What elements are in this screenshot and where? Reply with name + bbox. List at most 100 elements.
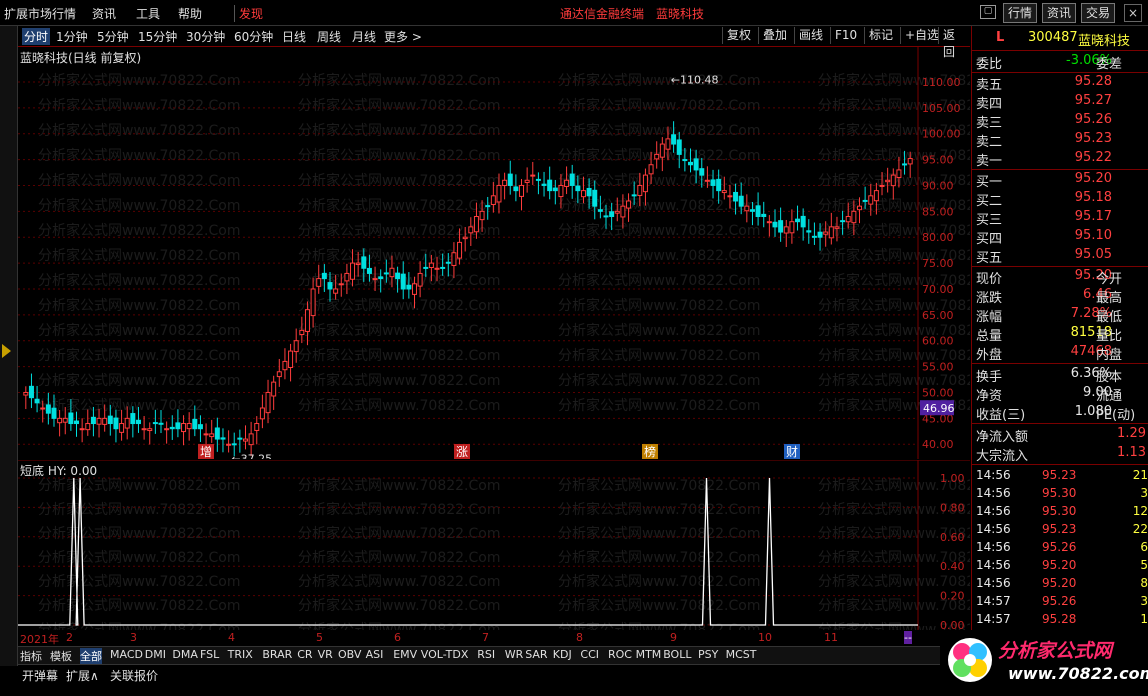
indicator-tab[interactable]: MACD	[110, 648, 143, 661]
candle-body	[699, 168, 705, 176]
mark-button[interactable]: 标记	[864, 27, 897, 44]
bid-row-label: 买五	[976, 251, 1003, 266]
candle-body	[648, 164, 654, 175]
candle-body	[395, 272, 401, 280]
date-axis-label: 7	[482, 631, 489, 644]
period-tab-5min[interactable]: 5分钟	[97, 28, 129, 45]
danmu-button[interactable]: 开弹幕	[22, 667, 58, 684]
menu-market[interactable]: 扩展市场行情	[4, 5, 76, 22]
event-marker[interactable]: 财	[786, 445, 798, 459]
indicator-tab[interactable]: MTM	[636, 648, 662, 661]
bid-row-label: 买一	[976, 175, 1003, 190]
indicator-tab[interactable]: 指标	[20, 648, 42, 664]
indicator-tab[interactable]: BRAR	[262, 648, 292, 661]
trade-button[interactable]: 交易	[1081, 3, 1116, 23]
candle-body	[282, 360, 288, 371]
indicator-tab[interactable]: RSI	[477, 648, 495, 661]
menu-toggle-icon[interactable]: ▢	[980, 5, 996, 19]
indicator-tab[interactable]: WR	[505, 648, 524, 661]
news-button[interactable]: 资讯	[1042, 3, 1077, 23]
ask-row-value: 95.27	[1074, 93, 1112, 108]
indicator-tab[interactable]: EMV	[393, 648, 417, 661]
tick-price: 95.26	[1042, 594, 1077, 608]
candle-body	[107, 415, 113, 425]
period-tab-week[interactable]: 周线	[317, 28, 341, 45]
period-tab-60min[interactable]: 60分钟	[234, 28, 273, 45]
indicator-tab[interactable]: VR	[318, 648, 333, 661]
left-strip	[0, 26, 18, 666]
expand-arrow-icon[interactable]	[2, 344, 11, 358]
indicator-tab[interactable]: BOLL	[663, 648, 691, 661]
indicator-tab[interactable]: KDJ	[553, 648, 572, 661]
candle-body	[575, 185, 581, 192]
indicator-chart[interactable]: 分析家公式网www.70822.Com 分析家公式网www.70822.Com 分析…	[18, 460, 970, 630]
indicator-tab[interactable]: DMA	[172, 648, 198, 661]
indicator-tab[interactable]: SAR	[525, 648, 547, 661]
indicator-tab[interactable]: OBV	[338, 648, 361, 661]
stat2-row: 换手 6.36% 股本	[976, 366, 1146, 385]
date-axis-label: 5	[316, 631, 323, 644]
watermark-text: 分析家公式网www.70822.Com	[38, 222, 240, 239]
indicator-tab[interactable]: DMI	[145, 648, 166, 661]
indicator-tab[interactable]: TRIX	[228, 648, 253, 661]
indicator-tab[interactable]: PSY	[698, 648, 718, 661]
candle-body	[524, 179, 530, 183]
indicator-tab[interactable]: 模板	[50, 648, 72, 664]
candle-body	[490, 195, 496, 205]
watermark-text: 分析家公式网www.70822.Com	[558, 122, 760, 139]
quote-button[interactable]: 行情	[1003, 3, 1038, 23]
indicator-tab[interactable]: 全部	[80, 648, 102, 664]
indicator-tab[interactable]: CCI	[580, 648, 599, 661]
tick-time: 14:57	[976, 594, 1011, 608]
candle-body	[541, 183, 547, 186]
candle-body	[271, 381, 277, 397]
candle-body	[62, 417, 68, 423]
candle-body	[248, 433, 254, 446]
ask-row-label: 卖三	[976, 116, 1003, 131]
indicator-tab[interactable]: VOL-TDX	[421, 648, 469, 661]
candle-body	[304, 309, 310, 332]
period-tab-day[interactable]: 日线	[282, 28, 306, 45]
indicator-tab[interactable]: ROC	[608, 648, 632, 661]
indicator-tab[interactable]: MCST	[726, 648, 757, 661]
related-quote-button[interactable]: 关联报价	[110, 667, 158, 684]
candle-body	[85, 423, 91, 431]
draw-line-button[interactable]: 画线	[794, 27, 827, 44]
period-tab-more[interactable]: 更多 >	[384, 28, 422, 45]
period-tab-1min[interactable]: 1分钟	[56, 28, 88, 45]
period-tab-30min[interactable]: 30分钟	[186, 28, 225, 45]
period-tab-month[interactable]: 月线	[352, 28, 376, 45]
expand-button[interactable]: 扩展∧	[66, 667, 99, 684]
add-watchlist-button[interactable]: +自选	[900, 27, 943, 44]
period-tab-15min[interactable]: 15分钟	[138, 28, 177, 45]
watermark-text: 分析家公式网www.70822.Com	[298, 172, 500, 189]
event-marker[interactable]: 榜	[644, 444, 656, 459]
menu-help[interactable]: 帮助	[178, 5, 202, 22]
overlay-button[interactable]: 叠加	[758, 27, 791, 44]
stat2-row-label2: PE(动)	[1096, 408, 1136, 423]
menu-news[interactable]: 资讯	[92, 5, 116, 22]
indicator-tab[interactable]: CR	[297, 648, 312, 661]
y-tick-label: 95.00	[922, 154, 954, 167]
tick-price: 95.30	[1042, 486, 1077, 500]
indicator-tab[interactable]: FSL	[200, 648, 219, 661]
kline-chart[interactable]: 分析家公式网www.70822.Com 分析家公式网www.70822.Com 分析…	[18, 47, 970, 459]
candle-body	[496, 184, 502, 203]
indicator-tab[interactable]: ASI	[366, 648, 384, 661]
candle-body	[502, 179, 508, 187]
stat-row-label2: 内盘	[1096, 348, 1123, 363]
event-marker[interactable]: 涨	[456, 444, 468, 459]
close-icon[interactable]: ×	[1124, 4, 1142, 22]
y-tick-label: 55.00	[922, 361, 954, 374]
back-button[interactable]: 返回	[938, 27, 970, 59]
watermark-text: 分析家公式网www.70822.Com	[38, 72, 240, 89]
indicator-svg[interactable]: 分析家公式网www.70822.Com 分析家公式网www.70822.Com 分析…	[18, 460, 970, 630]
event-marker[interactable]: 增	[200, 445, 212, 459]
fuquan-button[interactable]: 复权	[722, 27, 755, 44]
menu-discover[interactable]: 发现	[234, 5, 263, 22]
kline-svg[interactable]: 分析家公式网www.70822.Com 分析家公式网www.70822.Com 分析…	[18, 47, 970, 459]
candle-body	[840, 220, 846, 223]
menu-tools[interactable]: 工具	[136, 5, 160, 22]
f10-button[interactable]: F10	[830, 27, 861, 44]
period-tab-fenshi[interactable]: 分时	[22, 28, 51, 45]
